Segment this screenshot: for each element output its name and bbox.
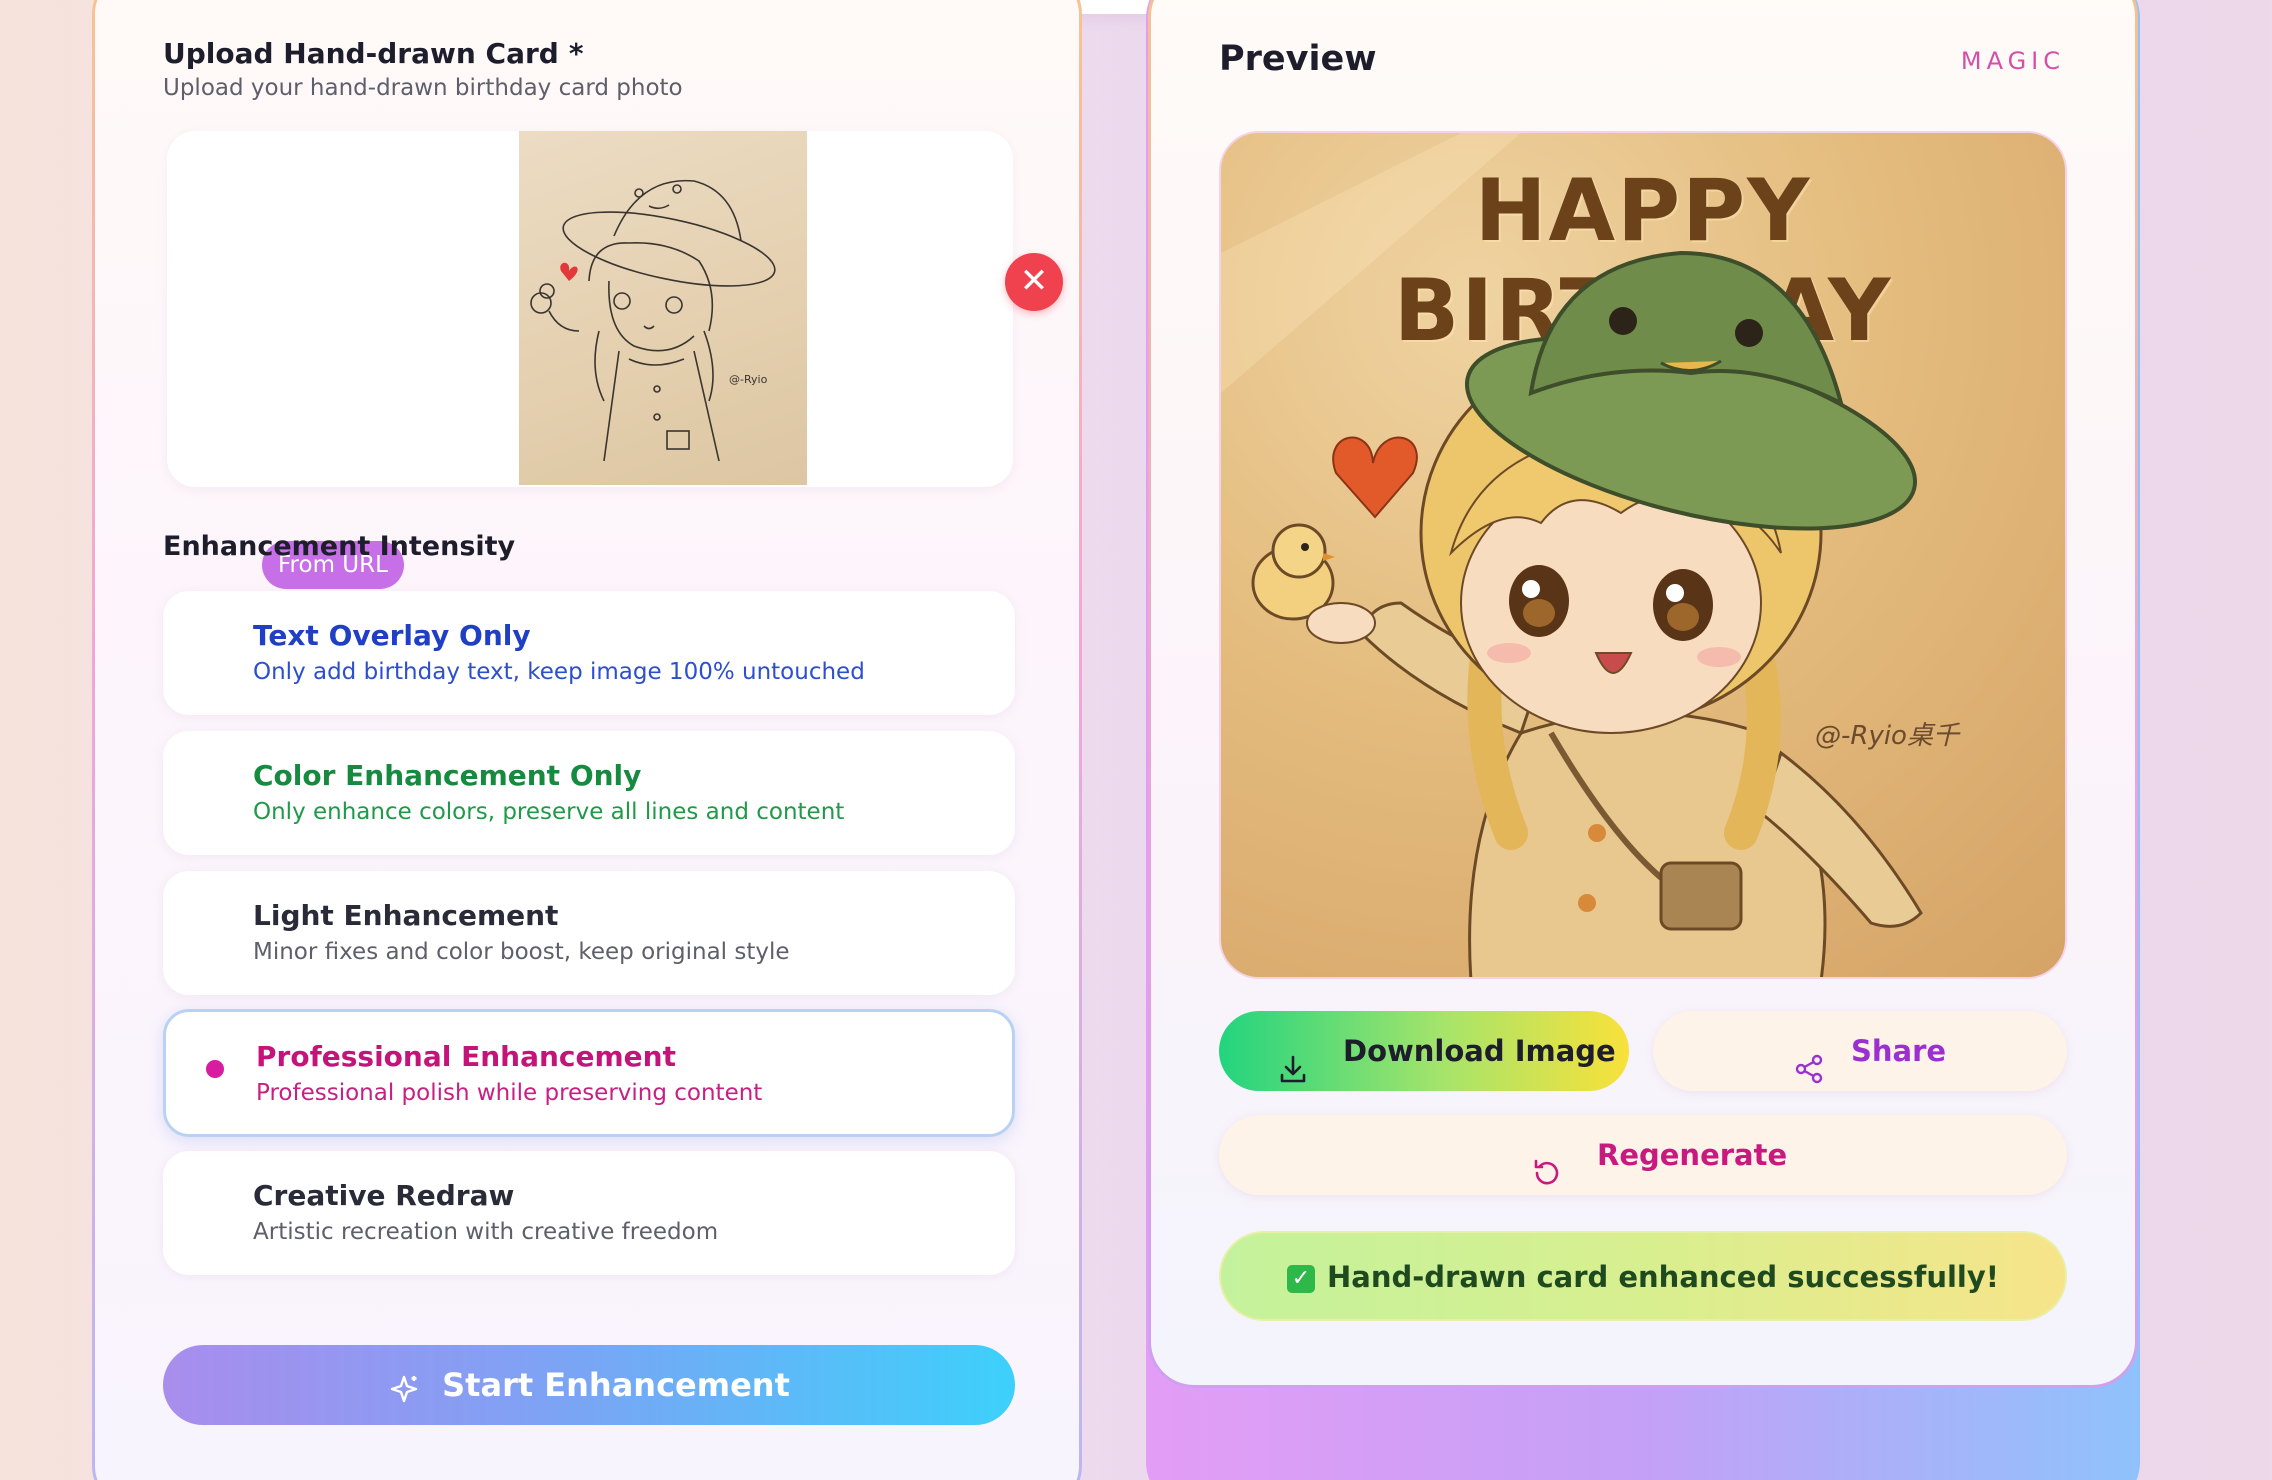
selected-radio-dot <box>206 1060 224 1078</box>
option-light-enhancement[interactable]: Light Enhancement Minor fixes and color … <box>163 871 1015 995</box>
option-desc: Artistic recreation with creative freedo… <box>253 1219 719 1245</box>
upload-dropzone[interactable]: @-Ryio ✕ From URL <box>167 131 1063 589</box>
start-enhancement-button[interactable]: Start Enhancement <box>163 1345 1015 1425</box>
option-text-overlay[interactable]: Text Overlay Only Only add birthday text… <box>163 591 1015 715</box>
intensity-title: Enhancement Intensity <box>163 531 516 562</box>
download-icon <box>1277 1035 1309 1115</box>
success-text: Hand-drawn card enhanced successfully! <box>1327 1260 1999 1294</box>
close-icon: ✕ <box>1019 261 1049 301</box>
option-title: Creative Redraw <box>253 1179 515 1212</box>
download-label: Download Image <box>1343 1034 1616 1068</box>
remove-image-button[interactable]: ✕ <box>1005 253 1063 311</box>
success-message: ✓ Hand-drawn card enhanced successfully! <box>1219 1231 2067 1321</box>
share-button[interactable]: Share <box>1653 1011 2067 1091</box>
option-desc: Minor fixes and color boost, keep origin… <box>253 939 790 965</box>
option-title: Professional Enhancement <box>256 1040 676 1073</box>
share-icon <box>1793 1035 1825 1115</box>
option-title: Light Enhancement <box>253 899 559 932</box>
option-desc: Only add birthday text, keep image 100% … <box>253 659 865 685</box>
upload-title: Upload Hand-drawn Card * <box>163 37 584 70</box>
magic-tag: MAGIC <box>1960 47 2065 75</box>
regenerate-label: Regenerate <box>1597 1138 1788 1172</box>
image-signature: @-Ryio桌千 <box>1815 721 1959 751</box>
option-desc: Professional polish while preserving con… <box>256 1080 763 1106</box>
option-professional-enhancement[interactable]: Professional Enhancement Professional po… <box>163 1009 1015 1137</box>
download-image-button[interactable]: Download Image <box>1219 1011 1629 1091</box>
share-label: Share <box>1851 1034 1947 1068</box>
check-icon: ✓ <box>1287 1265 1315 1293</box>
required-mark: * <box>568 37 584 70</box>
option-title: Text Overlay Only <box>253 619 531 652</box>
upload-panel: Upload Hand-drawn Card * Upload your hand… <box>92 0 1082 1480</box>
refresh-icon <box>1531 1139 1563 1219</box>
option-title: Color Enhancement Only <box>253 759 642 792</box>
option-desc: Only enhance colors, preserve all lines … <box>253 799 845 825</box>
svg-text:@-Ryio: @-Ryio <box>729 373 768 386</box>
regenerate-button[interactable]: Regenerate <box>1219 1115 2067 1195</box>
option-creative-redraw[interactable]: Creative Redraw Artistic recreation with… <box>163 1151 1015 1275</box>
option-color-enhancement[interactable]: Color Enhancement Only Only enhance colo… <box>163 731 1015 855</box>
preview-title: Preview <box>1219 39 1377 79</box>
uploaded-sketch-image: @-Ryio <box>519 131 807 485</box>
sparkle-icon <box>388 1347 420 1427</box>
upload-subtitle: Upload your hand-drawn birthday card pho… <box>163 75 683 101</box>
preview-panel: Preview MAGIC HAPPY BIRTHDAY <box>1148 0 2138 1388</box>
enhanced-card-image: HAPPY BIRTHDAY <box>1219 131 2067 979</box>
